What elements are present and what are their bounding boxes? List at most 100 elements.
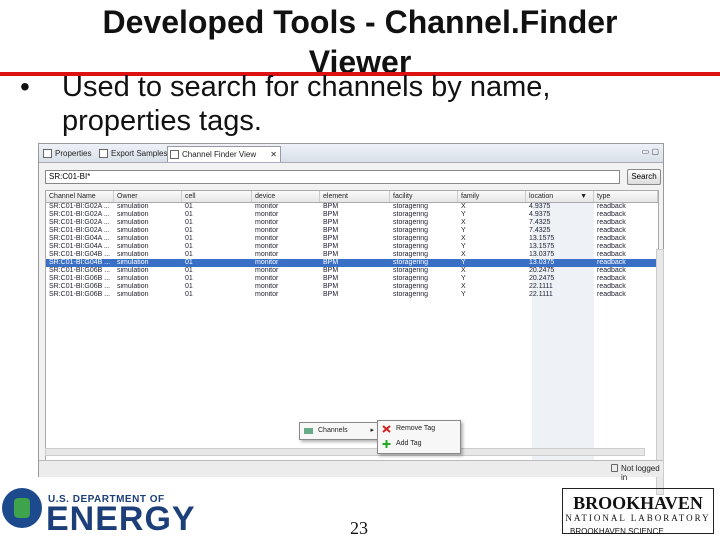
window-controls-icon[interactable]: ▭ ▢ xyxy=(642,147,659,156)
submenu-arrow-icon: ▸ xyxy=(370,427,374,434)
sort-icon[interactable]: ▼ xyxy=(580,191,587,202)
table-cell: readback xyxy=(597,275,626,282)
table-cell: simulation xyxy=(117,267,149,274)
table-cell: storagering xyxy=(393,219,429,226)
table-cell: 01 xyxy=(185,227,193,234)
table-cell: 22.1111 xyxy=(529,283,553,290)
column-header[interactable]: element xyxy=(320,191,390,202)
table-cell: SR:C01-BI:G06B ... xyxy=(49,275,111,282)
table-cell: BPM xyxy=(323,291,339,298)
table-cell: simulation xyxy=(117,203,149,210)
table-cell: 01 xyxy=(185,203,193,210)
submenu: Remove Tag Add Tag xyxy=(377,420,461,454)
column-header[interactable]: Owner xyxy=(114,191,182,202)
table-cell: BPM xyxy=(323,275,339,282)
column-header[interactable]: location ▼ xyxy=(526,191,594,202)
column-header[interactable]: cell xyxy=(182,191,252,202)
table-cell: storagering xyxy=(393,251,429,258)
table-row[interactable]: SR:C01-BI:G06B ... simulation 01 monitor BPM… xyxy=(46,267,658,275)
column-header[interactable]: facility xyxy=(390,191,458,202)
lock-icon xyxy=(611,464,618,472)
table-cell: 20.2475 xyxy=(529,267,555,274)
tab-export-samples[interactable]: Export Samples xyxy=(97,146,177,161)
table-row[interactable]: SR:C01-BI:G04A ... simulation 01 monitor BPM… xyxy=(46,243,658,251)
column-header[interactable]: type xyxy=(594,191,658,202)
table-cell: readback xyxy=(597,259,626,266)
menu-item-add-tag[interactable]: Add Tag xyxy=(378,437,460,451)
table-cell: simulation xyxy=(117,291,149,298)
status-text: Not logged in xyxy=(621,464,660,482)
table-row[interactable]: SR:C01-BI:G04A ... simulation 01 monitor BPM… xyxy=(46,235,658,243)
table-cell: readback xyxy=(597,235,626,242)
table-cell: Y xyxy=(461,227,466,234)
table-cell: X xyxy=(461,219,466,226)
table-cell: 01 xyxy=(185,235,193,242)
table-row[interactable]: SR:C01-BI:G06B ... simulation 01 monitor BPM… xyxy=(46,283,658,291)
table-cell: 7.4325 xyxy=(529,219,551,226)
table-cell: SR:C01-BI:G02A ... xyxy=(49,227,110,234)
search-button[interactable]: Search xyxy=(627,169,661,185)
table-row[interactable]: SR:C01-BI:G06B ... simulation 01 monitor BPM… xyxy=(46,291,658,299)
table-cell: X xyxy=(461,283,466,290)
table-cell: 13.1575 xyxy=(529,235,555,242)
table-cell: SR:C01-BI:G06B ... xyxy=(49,283,111,290)
table-row[interactable]: SR:C01-BI:G02A ... simulation 01 monitor BPM… xyxy=(46,219,658,227)
table-cell: SR:C01-BI:G02A ... xyxy=(49,211,110,218)
bullet-dot-icon: • xyxy=(20,71,30,102)
table-row[interactable]: SR:C01-BI:G04B ... simulation 01 monitor BPM… xyxy=(46,251,658,259)
table-cell: monitor xyxy=(255,251,279,258)
table-cell: SR:C01-BI:G04A ... xyxy=(49,235,110,242)
table-cell: X xyxy=(461,235,466,242)
table-cell: storagering xyxy=(393,227,429,234)
table-cell: SR:C01-BI:G04A ... xyxy=(49,243,110,250)
table-cell: SR:C01-BI:G06B ... xyxy=(49,267,111,274)
table-row[interactable]: SR:C01-BI:G02A ... simulation 01 monitor BPM… xyxy=(46,203,658,211)
table-cell: BPM xyxy=(323,251,339,258)
table-cell: monitor xyxy=(255,243,279,250)
table-cell: readback xyxy=(597,283,626,290)
table-cell: readback xyxy=(597,211,626,218)
tab-label: Channel Finder View xyxy=(182,150,257,159)
close-icon[interactable]: ✕ xyxy=(270,147,277,162)
bullet-text: Used to search for channels by name, pro… xyxy=(62,70,702,138)
tab-channel-finder-view[interactable]: Channel Finder View ✕ xyxy=(167,146,281,162)
table-cell: 13.0375 xyxy=(529,251,555,258)
table-cell: 4.9375 xyxy=(529,203,551,210)
menu-item-remove-tag[interactable]: Remove Tag xyxy=(378,422,460,436)
table-cell: simulation xyxy=(117,275,149,282)
table-row[interactable]: SR:C01-BI:G04B ... simulation 01 monitor BPM… xyxy=(46,259,658,267)
table-cell: X xyxy=(461,267,466,274)
vertical-scrollbar[interactable] xyxy=(656,249,664,495)
table-cell: monitor xyxy=(255,211,279,218)
table-cell: readback xyxy=(597,251,626,258)
table-cell: storagering xyxy=(393,291,429,298)
search-input[interactable] xyxy=(45,170,620,184)
table-cell: simulation xyxy=(117,251,149,258)
table-cell: 01 xyxy=(185,259,193,266)
table-cell: 01 xyxy=(185,267,193,274)
add-tag-icon xyxy=(382,440,391,448)
table-cell: SR:C01-BI:G04B ... xyxy=(49,259,111,266)
table-cell: 01 xyxy=(185,211,193,218)
column-header[interactable]: device xyxy=(252,191,320,202)
tab-label: Properties xyxy=(55,149,92,158)
table-cell: storagering xyxy=(393,259,429,266)
table-row[interactable]: SR:C01-BI:G02A ... simulation 01 monitor BPM… xyxy=(46,211,658,219)
bullet-line1: Used to search for channels by name, xyxy=(62,71,551,103)
table-cell: simulation xyxy=(117,259,149,266)
table-row[interactable]: SR:C01-BI:G06B ... simulation 01 monitor BPM… xyxy=(46,275,658,283)
menu-item-channels[interactable]: Channels ▸ xyxy=(300,424,378,438)
table-row[interactable]: SR:C01-BI:G02A ... simulation 01 monitor BPM… xyxy=(46,227,658,235)
table-cell: monitor xyxy=(255,227,279,234)
table-cell: simulation xyxy=(117,283,149,290)
doe-seal-logo xyxy=(2,488,42,528)
column-header[interactable]: Channel Name xyxy=(46,191,114,202)
table-cell: readback xyxy=(597,267,626,274)
menu-item-label: Remove Tag xyxy=(396,425,436,432)
table-cell: simulation xyxy=(117,227,149,234)
column-header[interactable]: family xyxy=(458,191,526,202)
table-cell: simulation xyxy=(117,219,149,226)
table-cell: simulation xyxy=(117,235,149,242)
export-icon xyxy=(99,149,108,158)
horizontal-scrollbar[interactable] xyxy=(45,448,645,456)
